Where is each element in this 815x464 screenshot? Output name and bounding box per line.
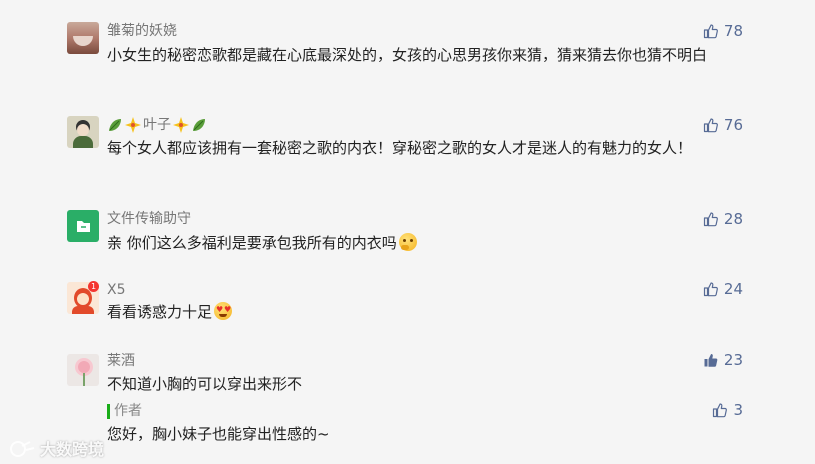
watermark: 大数跨境 — [8, 436, 104, 460]
author-reply-label: 作者 — [114, 403, 142, 419]
comment-content: 不知道小胸的可以穿出来形不 — [107, 375, 303, 393]
like-count: 76 — [723, 116, 743, 134]
thumb-up-icon — [703, 212, 718, 227]
comment-content: 每个女人都应该拥有一套秘密之歌的内衣！穿秘密之歌的女人才是迷人的有魅力的女人！ — [107, 139, 693, 157]
avatar[interactable] — [67, 116, 99, 148]
like-count: 23 — [723, 351, 743, 369]
reply-like-button[interactable]: 3 — [712, 400, 743, 420]
thumb-up-icon — [703, 24, 718, 39]
avatar[interactable] — [67, 22, 99, 54]
notification-badge: 1 — [88, 281, 99, 292]
author-reply-content: 您好，胸小妹子也能穿出性感的~ — [107, 425, 330, 443]
comment-content: 小女生的秘密恋歌都是藏在心底最深处的，女孩的心思男孩你来猜，猜来猜去你也猜不明白 — [107, 46, 708, 64]
thumb-up-icon — [703, 282, 718, 297]
watermark-logo-icon — [10, 441, 35, 457]
author-reply-indicator — [107, 404, 110, 419]
like-count: 3 — [733, 401, 743, 419]
comment-nickname: 叶子 — [107, 116, 207, 134]
folder-icon — [77, 221, 90, 232]
comment-content: 亲 你们这么多福利是要承包我所有的内衣吗 — [107, 231, 747, 255]
heart-eyes-emoji-icon: ♥ ♥ — [214, 302, 233, 320]
like-button[interactable]: 23 — [703, 350, 743, 370]
thumb-up-filled-icon — [704, 354, 718, 367]
like-button[interactable]: 24 — [703, 279, 743, 299]
like-button[interactable]: 28 — [703, 209, 743, 229]
leaf-emoji-icon — [109, 119, 121, 131]
avatar[interactable] — [67, 210, 99, 242]
comment-nickname: 文件传输助守 — [107, 211, 191, 227]
sparkle-emoji-icon — [173, 117, 189, 133]
nickname-text: 叶子 — [143, 117, 171, 133]
comment-nickname: 莱酒 — [107, 353, 135, 369]
sparkle-emoji-icon — [125, 117, 141, 133]
like-count: 28 — [723, 210, 743, 228]
watermark-text: 大数跨境 — [40, 440, 105, 459]
thinking-face-emoji-icon — [398, 233, 417, 251]
like-count: 24 — [723, 280, 743, 298]
leaf-emoji-icon — [193, 119, 205, 131]
avatar[interactable] — [67, 354, 99, 386]
like-button[interactable]: 76 — [703, 115, 743, 135]
comment-nickname: X5 — [107, 282, 126, 298]
content-text: 看看诱惑力十足 — [107, 303, 213, 321]
thumb-up-icon — [713, 403, 728, 418]
comment-nickname: 雏菊的妖娆 — [107, 23, 177, 39]
like-button[interactable]: 78 — [703, 21, 743, 41]
content-text: 亲 你们这么多福利是要承包我所有的内衣吗 — [107, 234, 397, 252]
like-count: 78 — [723, 22, 743, 40]
thumb-up-icon — [703, 118, 718, 133]
comment-content: 看看诱惑力十足 ♥ ♥ — [107, 300, 747, 324]
